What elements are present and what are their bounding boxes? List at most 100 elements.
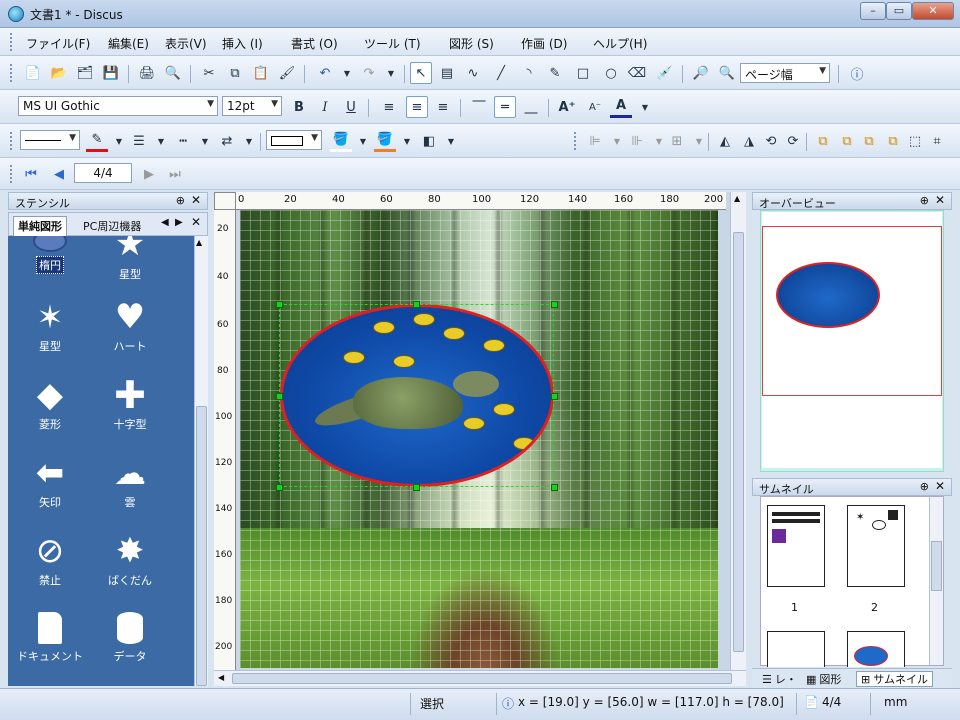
group-dropdown-icon[interactable]: ▼: [688, 130, 710, 152]
next-page-icon[interactable]: ▶: [138, 163, 160, 185]
page-thumbnail-1[interactable]: [767, 505, 825, 587]
valign-bottom-icon[interactable]: ⎽: [520, 96, 542, 118]
previous-page-icon[interactable]: ◀: [48, 163, 70, 185]
shape-star5[interactable]: ★ 星型: [90, 236, 170, 282]
menu-help[interactable]: ヘルプ(H): [593, 35, 647, 52]
tab-thumbnails[interactable]: ⊞ サムネイル: [856, 671, 933, 687]
shape-cloud[interactable]: ☁ 雲: [90, 456, 170, 510]
print-preview-icon[interactable]: 🔍: [162, 62, 184, 84]
font-color-icon[interactable]: A: [610, 96, 632, 118]
open-recent-icon[interactable]: 🗂: [74, 62, 96, 84]
menu-edit[interactable]: 編集(E): [108, 35, 149, 52]
resize-handle-s[interactable]: [413, 484, 420, 491]
arc-tool-icon[interactable]: ◝: [518, 62, 540, 84]
toolbar-grip[interactable]: [10, 165, 13, 183]
close-panel-icon[interactable]: ✕: [935, 479, 945, 493]
fill-pattern-dropdown-icon[interactable]: ▼: [396, 130, 418, 152]
font-size-combo[interactable]: 12pt ▼: [222, 96, 282, 116]
bold-button[interactable]: B: [288, 96, 310, 118]
menu-tools[interactable]: ツール (T): [364, 35, 421, 52]
tab-scroll-right-icon[interactable]: ▶: [175, 217, 183, 228]
zoom-in-icon[interactable]: 🔍: [716, 62, 738, 84]
underline-button[interactable]: U: [340, 96, 362, 118]
rectangle-tool-icon[interactable]: □: [572, 62, 594, 84]
zoom-combo[interactable]: ページ幅 ▼: [740, 63, 830, 83]
resize-handle-ne[interactable]: [551, 301, 558, 308]
align-objects-dropdown-icon[interactable]: ▼: [606, 130, 628, 152]
flip-vertical-icon[interactable]: ◮: [738, 130, 760, 152]
close-panel-icon[interactable]: ✕: [935, 193, 945, 207]
new-document-icon[interactable]: 📄: [22, 62, 44, 84]
print-icon[interactable]: 🖨: [136, 62, 158, 84]
align-center-icon[interactable]: ≡: [406, 96, 428, 118]
resize-handle-se[interactable]: [551, 484, 558, 491]
shape-document[interactable]: ドキュメント: [10, 612, 90, 664]
redo-dropdown-icon[interactable]: ▼: [380, 62, 402, 84]
shape-explosion[interactable]: ✸ ばくだん: [90, 534, 170, 588]
line-tool-icon[interactable]: ╱: [490, 62, 512, 84]
scroll-thumb[interactable]: [733, 232, 744, 652]
align-left-icon[interactable]: ≡: [378, 96, 400, 118]
shape-ellipse[interactable]: 楕円: [10, 236, 90, 274]
pin-icon[interactable]: ⊕: [176, 194, 185, 207]
scroll-left-icon[interactable]: ◀: [218, 673, 224, 682]
fit-size-icon[interactable]: ⬚: [904, 130, 926, 152]
menu-grip[interactable]: [10, 33, 13, 51]
align-right-icon[interactable]: ≡: [432, 96, 454, 118]
shape-heart[interactable]: ♥ ハート: [90, 300, 170, 354]
menu-insert[interactable]: 挿入 (I): [222, 35, 263, 52]
redo-icon[interactable]: ↷: [358, 62, 380, 84]
arrow-style-icon[interactable]: ⇄: [216, 130, 238, 152]
menu-shape[interactable]: 図形 (S): [449, 35, 494, 52]
font-color-dropdown-icon[interactable]: ▼: [634, 96, 656, 118]
page-thumbnail-2[interactable]: ✶: [847, 505, 905, 587]
scroll-up-icon[interactable]: ▲: [196, 238, 202, 247]
eyedropper-icon[interactable]: 💉: [654, 62, 676, 84]
menu-format[interactable]: 書式 (O): [291, 35, 338, 52]
tab-pc-peripherals[interactable]: PC周辺機器: [83, 218, 141, 234]
bring-forward-icon[interactable]: ⧉: [858, 130, 880, 152]
gradient-icon[interactable]: ◧: [418, 130, 440, 152]
canvas-horizontal-scrollbar[interactable]: ◀: [214, 670, 746, 686]
shrink-font-icon[interactable]: A⁻: [584, 96, 606, 118]
flip-horizontal-icon[interactable]: ◭: [714, 130, 736, 152]
cut-icon[interactable]: ✂: [198, 62, 220, 84]
close-button[interactable]: ✕: [912, 2, 954, 20]
fill-color-icon[interactable]: 🪣: [330, 130, 352, 152]
page-thumbnail-3[interactable]: [767, 631, 825, 667]
line-color-dropdown-icon[interactable]: ▼: [108, 130, 130, 152]
menu-draw[interactable]: 作画 (D): [521, 35, 567, 52]
help-icon[interactable]: ⓘ: [846, 62, 868, 84]
ellipse-tool-icon[interactable]: ○: [600, 62, 622, 84]
pen-tool-icon[interactable]: ✎: [544, 62, 566, 84]
snap-icon[interactable]: ⌗: [926, 130, 948, 152]
toolbar-grip[interactable]: [10, 132, 13, 150]
resize-handle-sw[interactable]: [276, 484, 283, 491]
menu-view[interactable]: 表示(V): [165, 35, 207, 52]
eraser-icon[interactable]: ⌫: [626, 62, 648, 84]
grow-font-icon[interactable]: A⁺: [556, 96, 578, 118]
align-objects-icon[interactable]: ⊫: [584, 130, 606, 152]
resize-handle-w[interactable]: [276, 393, 283, 400]
shape-arrow[interactable]: ⬅ 矢印: [10, 456, 90, 510]
distribute-icon[interactable]: ⊪: [626, 130, 648, 152]
line-weight-dropdown-icon[interactable]: ▼: [150, 130, 172, 152]
group-icon[interactable]: ⊞: [666, 130, 688, 152]
close-panel-icon[interactable]: ✕: [191, 193, 201, 207]
paste-icon[interactable]: 📋: [250, 62, 272, 84]
shape-prohibited[interactable]: ⊘ 禁止: [10, 534, 90, 588]
font-name-combo[interactable]: MS UI Gothic ▼: [18, 96, 218, 116]
copy-icon[interactable]: ⧉: [224, 62, 246, 84]
curve-tool-icon[interactable]: ∿: [462, 62, 484, 84]
thumbnail-scrollbar[interactable]: [929, 497, 943, 665]
valign-middle-icon[interactable]: ═: [494, 96, 516, 118]
toolbar-grip[interactable]: [10, 64, 13, 82]
send-back-icon[interactable]: ⧉: [836, 130, 858, 152]
maximize-button[interactable]: ▭: [886, 2, 912, 20]
dash-style-dropdown-icon[interactable]: ▼: [194, 130, 216, 152]
scroll-thumb[interactable]: [931, 541, 942, 591]
canvas-vertical-scrollbar[interactable]: ▲: [730, 192, 746, 670]
scroll-thumb[interactable]: [196, 406, 207, 686]
first-page-icon[interactable]: ⏮: [20, 163, 42, 185]
line-weight-icon[interactable]: ☰: [128, 130, 150, 152]
